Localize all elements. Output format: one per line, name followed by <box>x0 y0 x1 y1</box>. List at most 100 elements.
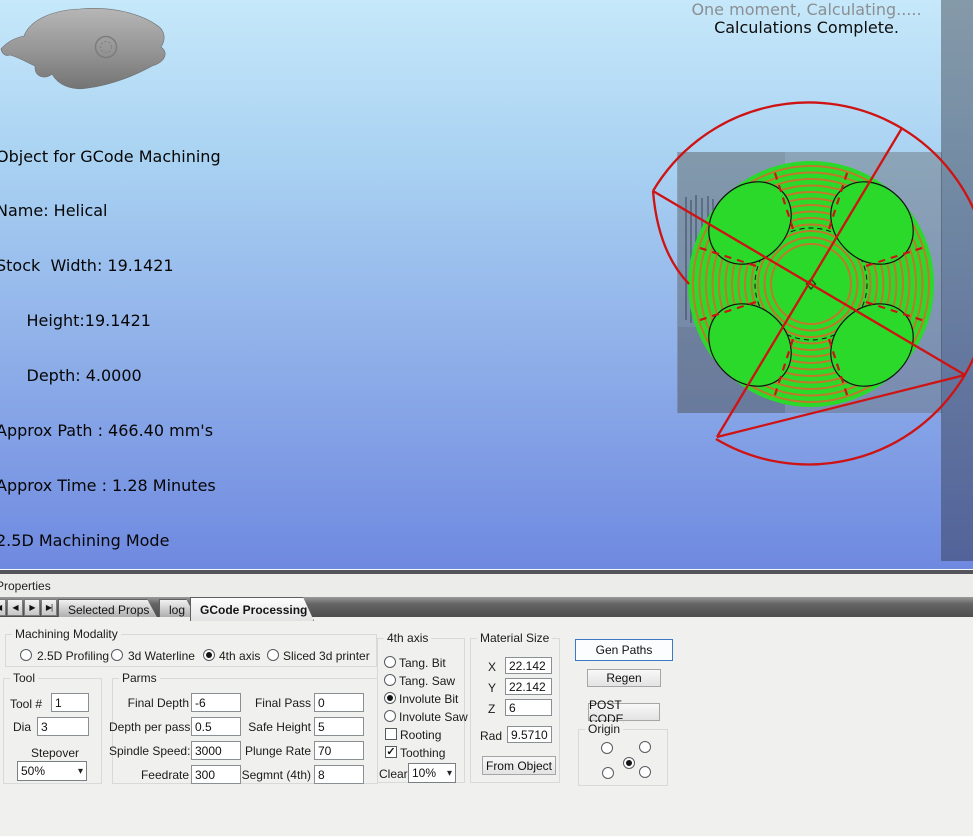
cam-application-window: One moment, Calculating..... Calculation… <box>0 0 973 836</box>
tool-number-input[interactable] <box>51 693 89 712</box>
material-rad-input[interactable] <box>507 726 552 743</box>
depth-per-pass-input[interactable] <box>191 717 241 736</box>
final-depth-label: Final Depth <box>121 696 189 710</box>
tab-scroll-last-button[interactable]: ▶| <box>41 599 57 616</box>
clear-dropdown[interactable]: 10% ▾ <box>408 763 456 783</box>
toothing-checkbox[interactable]: ✓ <box>385 746 397 758</box>
plunge-rate-label: Plunge Rate <box>243 744 311 758</box>
parms-group: Parms Final Depth Final Pass Depth per p… <box>112 678 378 784</box>
gcode-processing-panel: Machining Modality 2.5D Profiling 3d Wat… <box>0 617 973 836</box>
material-x-label: X <box>488 660 496 674</box>
radio-3d-waterline[interactable] <box>111 649 123 661</box>
segmnt-4th-input[interactable] <box>314 765 364 784</box>
depth-per-pass-label: Depth per pass: <box>109 720 189 734</box>
chevron-down-icon: ▾ <box>78 766 83 777</box>
material-rad-label: Rad <box>480 729 502 743</box>
radio-tang-bit[interactable] <box>384 656 396 668</box>
status-line-calculating: One moment, Calculating..... <box>640 1 973 19</box>
material-size-group: Material Size X Y Z Rad From Object <box>470 638 560 783</box>
gen-paths-button[interactable]: Gen Paths <box>575 639 673 661</box>
tab-gcode-processing[interactable]: GCode Processing <box>190 597 314 621</box>
radio-25d-profiling-label: 2.5D Profiling <box>37 649 109 663</box>
clear-label: Clear <box>379 767 408 781</box>
radio-4th-axis-label: 4th axis <box>219 649 260 663</box>
gen-paths-button-label: Gen Paths <box>596 643 653 657</box>
info-line: Approx Path : 466.40 mm's <box>0 422 221 440</box>
final-depth-input[interactable] <box>191 693 241 712</box>
radio-involute-saw[interactable] <box>384 710 396 722</box>
machining-info-block: Object for GCode Machining Name: Helical… <box>0 111 221 587</box>
safe-height-input[interactable] <box>314 717 364 736</box>
properties-titlebar: Properties <box>0 574 973 597</box>
tool-group-label: Tool <box>10 671 38 685</box>
radio-involute-bit[interactable] <box>384 692 396 704</box>
origin-top-left-radio[interactable] <box>601 742 613 754</box>
parms-group-label: Parms <box>119 671 160 685</box>
material-x-input[interactable] <box>505 657 552 674</box>
machining-modality-group: Machining Modality 2.5D Profiling 3d Wat… <box>5 634 377 667</box>
origin-bottom-left-radio[interactable] <box>602 767 614 779</box>
final-pass-label: Final Pass <box>243 696 311 710</box>
material-y-label: Y <box>488 681 496 695</box>
spindle-speed-label: Spindle Speed: <box>109 744 189 758</box>
tab-label: Selected Props <box>68 603 149 617</box>
radio-involute-saw-label: Involute Saw <box>399 710 468 724</box>
radio-tang-saw[interactable] <box>384 674 396 686</box>
tab-scroll-first-button[interactable]: |◀ <box>0 599 6 616</box>
tool-number-label: Tool # <box>10 697 42 711</box>
plunge-rate-input[interactable] <box>314 741 364 760</box>
fourth-axis-group-label: 4th axis <box>384 631 431 645</box>
material-z-input[interactable] <box>505 699 552 716</box>
check-icon: ✓ <box>386 747 395 758</box>
origin-center-radio[interactable] <box>623 757 635 769</box>
viewport-right-bar <box>941 0 973 561</box>
origin-bottom-right-radio[interactable] <box>639 766 651 778</box>
tool-group: Tool Tool # Dia Stepover 50% ▾ <box>3 678 102 784</box>
safe-height-label: Safe Height <box>243 720 311 734</box>
rooting-checkbox-label: Rooting <box>400 728 441 742</box>
spindle-speed-input[interactable] <box>191 741 241 760</box>
radio-tang-bit-label: Tang. Bit <box>399 656 446 670</box>
fourth-axis-group: 4th axis Tang. Bit Tang. Saw Involute Bi… <box>377 638 465 783</box>
3d-viewport[interactable]: One moment, Calculating..... Calculation… <box>0 0 973 569</box>
tab-label: GCode Processing <box>200 603 307 617</box>
info-line: Depth: 4.0000 <box>0 367 221 385</box>
post-code-button[interactable]: POST CODE <box>588 703 660 721</box>
machining-modality-label: Machining Modality <box>12 627 121 641</box>
tab-scroll-next-button[interactable]: ▶ <box>24 599 40 616</box>
material-z-label: Z <box>488 702 495 716</box>
from-object-button-label: From Object <box>486 759 552 773</box>
dia-input[interactable] <box>37 717 89 736</box>
info-line: Stock Width: 19.1421 <box>0 257 221 275</box>
status-line-complete: Calculations Complete. <box>640 19 973 37</box>
feedrate-label: Feedrate <box>121 768 189 782</box>
radio-sliced-3d-printer[interactable] <box>267 649 279 661</box>
final-pass-input[interactable] <box>314 693 364 712</box>
clear-value: 10% <box>412 766 436 780</box>
head-model-3d <box>1 8 165 88</box>
tab-scroll-prev-button[interactable]: ◀ <box>7 599 23 616</box>
material-y-input[interactable] <box>505 678 552 695</box>
radio-involute-bit-label: Involute Bit <box>399 692 458 706</box>
rooting-checkbox[interactable] <box>385 728 397 740</box>
origin-top-right-radio[interactable] <box>639 741 651 753</box>
radio-tang-saw-label: Tang. Saw <box>399 674 455 688</box>
stepover-label: Stepover <box>31 746 79 760</box>
chevron-down-icon: ▾ <box>447 768 452 779</box>
regen-button[interactable]: Regen <box>587 669 661 687</box>
material-size-group-label: Material Size <box>477 631 552 645</box>
origin-group: Origin <box>578 729 668 786</box>
tab-label: log <box>169 603 185 617</box>
info-line: Height:19.1421 <box>0 312 221 330</box>
info-line: Name: Helical <box>0 202 221 220</box>
stepover-dropdown[interactable]: 50% ▾ <box>17 761 87 781</box>
tab-selected-props[interactable]: Selected Props <box>58 599 158 619</box>
radio-3d-waterline-label: 3d Waterline <box>128 649 195 663</box>
from-object-button[interactable]: From Object <box>482 756 556 775</box>
segmnt-4th-label: Segmnt (4th) <box>239 768 311 782</box>
feedrate-input[interactable] <box>191 765 241 784</box>
origin-group-label: Origin <box>585 722 623 736</box>
radio-4th-axis[interactable] <box>203 649 215 661</box>
calculation-status: One moment, Calculating..... Calculation… <box>640 1 973 37</box>
radio-25d-profiling[interactable] <box>20 649 32 661</box>
